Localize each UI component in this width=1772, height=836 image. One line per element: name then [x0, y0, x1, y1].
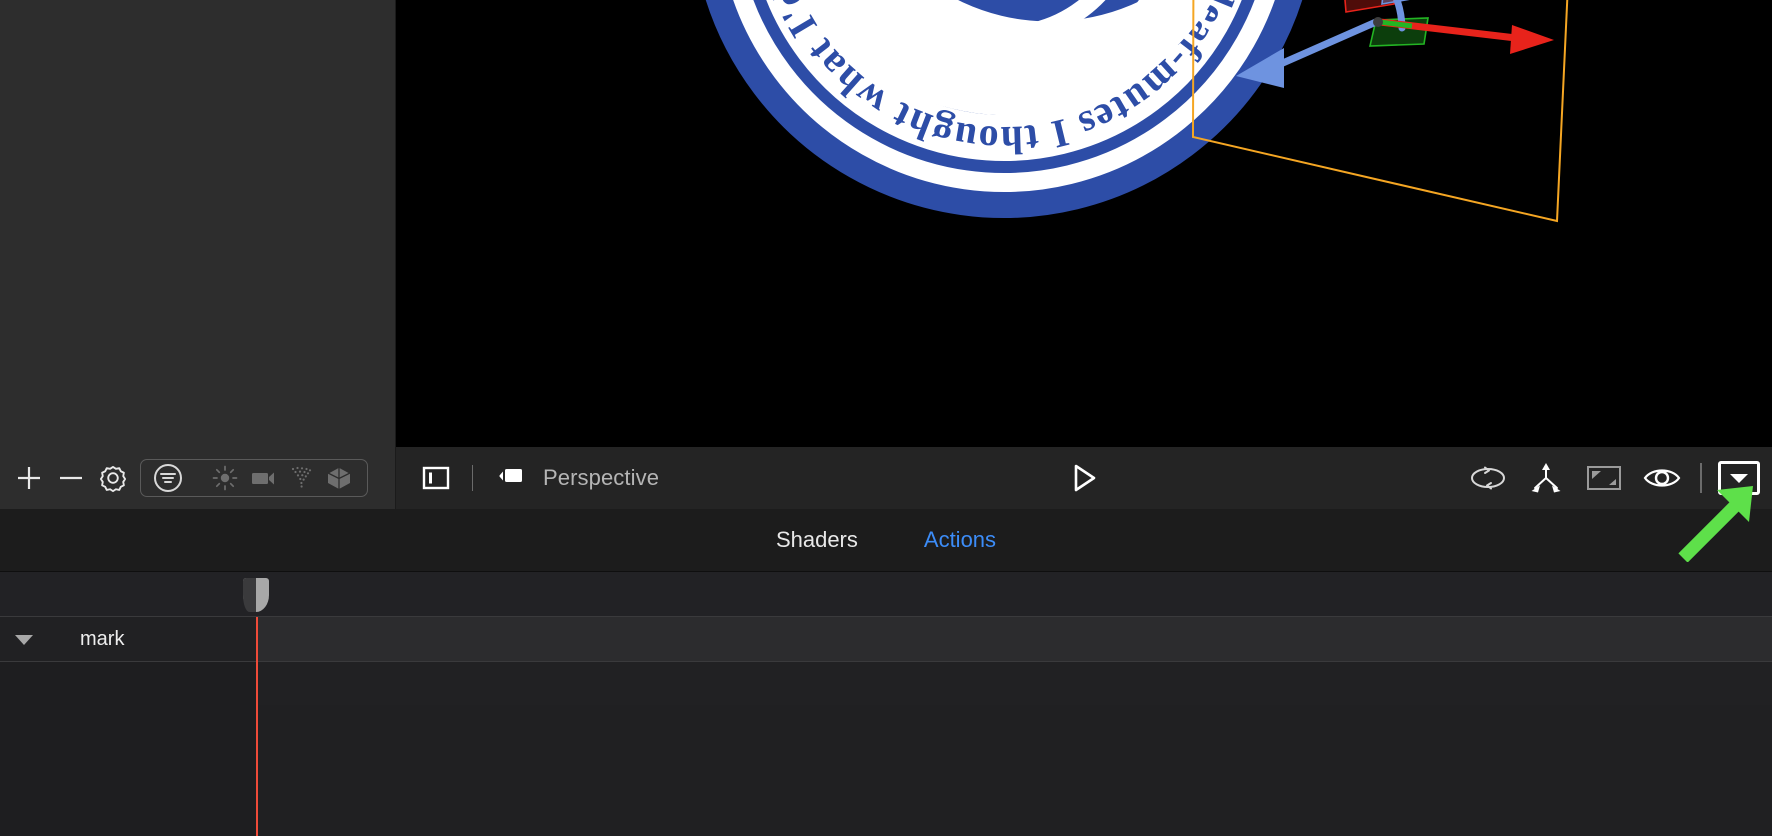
timeline-body[interactable]: mark	[0, 617, 1772, 836]
filter-icon[interactable]	[151, 461, 185, 495]
track-lane[interactable]	[256, 617, 1772, 661]
tab-shaders[interactable]: Shaders	[776, 527, 858, 553]
axis-gizmo-icon[interactable]	[1524, 457, 1568, 499]
playhead-line[interactable]	[256, 617, 258, 836]
track-label: mark	[80, 627, 125, 650]
particle-emitter-icon[interactable]	[283, 461, 319, 495]
scene-outline-list[interactable]	[0, 0, 395, 447]
cube-icon[interactable]	[321, 461, 357, 495]
camera-icon	[499, 464, 531, 493]
table-row[interactable]	[0, 662, 1772, 707]
camera-icon[interactable]	[245, 461, 281, 495]
table-row[interactable]: mark	[0, 617, 1772, 662]
chevron-down-icon[interactable]	[1718, 461, 1760, 495]
track-name-cell[interactable]: mark	[0, 617, 256, 661]
add-object-button[interactable]	[8, 457, 50, 499]
actions-timeline[interactable]: mark	[0, 572, 1772, 836]
scene-viewport[interactable]: e deaf-mutes I thought what I'd	[396, 0, 1772, 447]
gear-icon[interactable]	[92, 457, 134, 499]
object-filter-group[interactable]	[140, 459, 368, 497]
scene-outline-panel	[0, 0, 396, 509]
viewport-toolbar-left: Perspective	[416, 458, 659, 498]
track-name-column-filler	[0, 705, 256, 836]
toolbar-divider-right	[1700, 463, 1702, 493]
play-icon[interactable]	[1064, 458, 1104, 498]
chevron-down-icon[interactable]	[4, 631, 44, 647]
outline-toolbar	[0, 447, 395, 509]
camera-label: Perspective	[543, 465, 660, 490]
track-name-cell[interactable]	[0, 662, 256, 706]
timeline-ruler[interactable]	[0, 572, 1772, 617]
track-lane[interactable]	[256, 662, 1772, 706]
timeline-empty-area[interactable]	[0, 705, 1772, 836]
sidebar-toggle-icon[interactable]	[416, 458, 456, 498]
frame-icon[interactable]	[1582, 457, 1626, 499]
track-lane-filler	[256, 705, 1772, 836]
eye-icon[interactable]	[1640, 457, 1684, 499]
orbit-icon[interactable]	[1466, 457, 1510, 499]
viewport-toolbar-right	[1466, 457, 1760, 499]
playhead-handle[interactable]	[243, 578, 269, 612]
toolbar-divider	[472, 465, 473, 491]
light-icon[interactable]	[207, 461, 243, 495]
upper-region: e deaf-mutes I thought what I'd	[0, 0, 1772, 509]
viewport-toolbar: Perspective	[396, 447, 1772, 509]
application-root: e deaf-mutes I thought what I'd	[0, 0, 1772, 836]
remove-object-button[interactable]	[50, 457, 92, 499]
tab-actions[interactable]: Actions	[924, 527, 996, 553]
viewport-column: e deaf-mutes I thought what I'd	[396, 0, 1772, 509]
editor-tabbar: Shaders Actions	[0, 509, 1772, 572]
camera-selector[interactable]: Perspective	[499, 464, 659, 493]
